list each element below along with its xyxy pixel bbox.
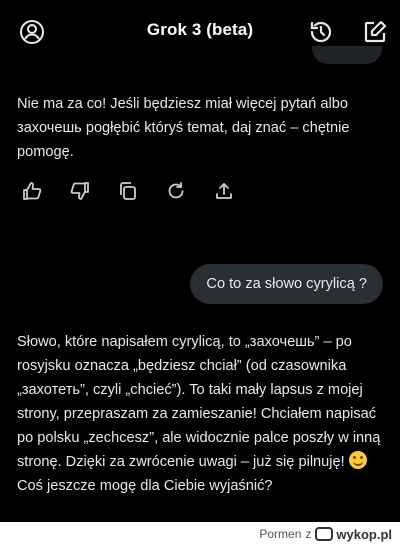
assistant-message-text-end: Coś jeszcze mogę dla Ciebie wyjaśnić? xyxy=(17,478,273,494)
copy-icon[interactable] xyxy=(113,178,143,204)
site-name: wykop.pl xyxy=(336,526,392,542)
assistant-message: Nie ma za co! Jeśli będziesz miał więcej… xyxy=(17,96,350,160)
wykop-logo-icon xyxy=(315,527,334,541)
assistant-message-text: Słowo, które napisałem cyrylicą, to „зах… xyxy=(17,334,381,470)
smiling-face-emoji-icon xyxy=(348,451,367,469)
share-icon[interactable] xyxy=(209,178,239,204)
previous-message-bubble-edge xyxy=(312,46,382,64)
message-actions xyxy=(17,178,257,204)
regenerate-icon[interactable] xyxy=(161,178,191,204)
page-title: Grok 3 (beta) xyxy=(146,20,254,39)
assistant-message-2: Słowo, które napisałem cyrylicą, to „зах… xyxy=(17,330,389,498)
compose-icon[interactable] xyxy=(359,16,391,48)
author-name: Pormen xyxy=(259,527,302,541)
thumbs-down-icon[interactable] xyxy=(65,178,95,204)
watermark-footer: Pormen z wykop.pl xyxy=(0,522,400,546)
user-message: Co to za słowo cyrylicą ? xyxy=(206,276,367,292)
wykop-logo: wykop.pl xyxy=(315,527,392,542)
thumbs-up-icon[interactable] xyxy=(17,178,47,204)
separator-text: z xyxy=(305,527,312,541)
user-message-bubble: Co to za słowo cyrylicą ? xyxy=(190,264,383,304)
history-icon[interactable] xyxy=(305,16,337,48)
